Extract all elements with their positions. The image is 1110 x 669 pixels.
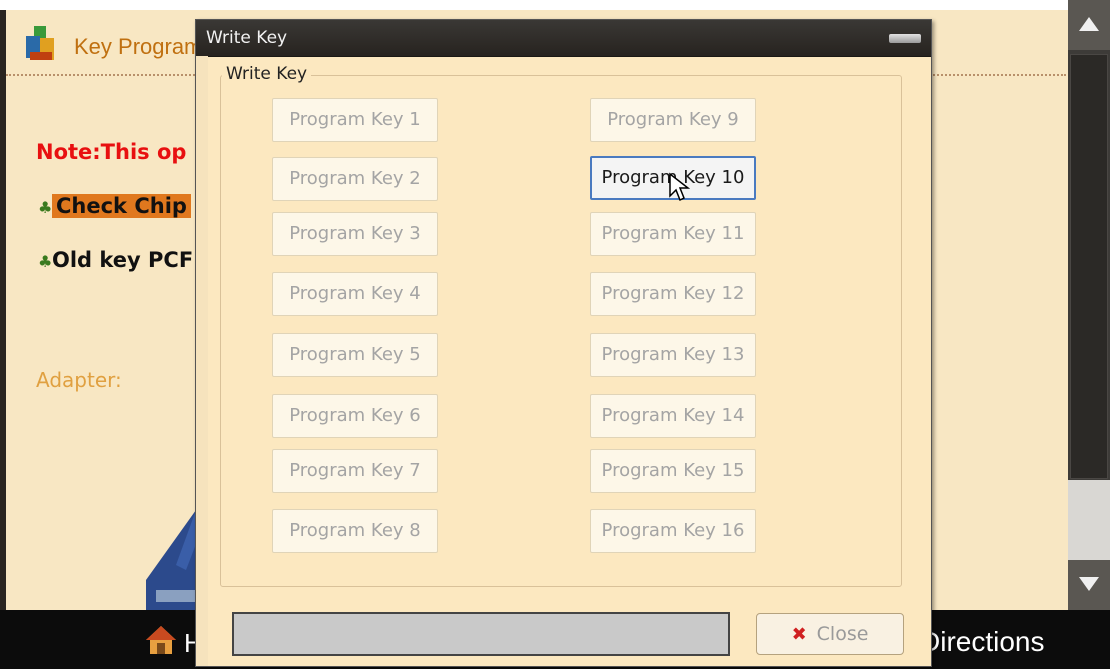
program-key-3-button[interactable]: Program Key 3 — [272, 212, 438, 256]
program-key-4-button[interactable]: Program Key 4 — [272, 272, 438, 316]
adapter-label: Adapter: — [36, 368, 122, 392]
program-key-13-button[interactable]: Program Key 13 — [590, 333, 756, 377]
program-key-15-button[interactable]: Program Key 15 — [590, 449, 756, 493]
scroll-up-button[interactable] — [1068, 0, 1110, 50]
dialog-left-edge — [196, 56, 208, 666]
vertical-scrollbar[interactable] — [1068, 0, 1110, 612]
scroll-thumb[interactable] — [1070, 54, 1108, 479]
program-key-16-button[interactable]: Program Key 16 — [590, 509, 756, 553]
program-key-11-button[interactable]: Program Key 11 — [590, 212, 756, 256]
write-key-dialog: Write Key Write Key Program Key 1 Progra… — [195, 19, 932, 667]
mouse-cursor-icon — [669, 172, 690, 202]
program-key-8-button[interactable]: Program Key 8 — [272, 509, 438, 553]
old-key-label: Old key PCF — [52, 248, 194, 272]
top-strip — [0, 0, 1068, 10]
scroll-track[interactable] — [1068, 480, 1110, 560]
dialog-title: Write Key — [206, 28, 288, 48]
check-chip-label: Check Chip — [52, 194, 191, 218]
check-chip-option[interactable]: ♣ Check Chip — [38, 194, 191, 218]
home-icon[interactable] — [144, 624, 178, 656]
program-key-7-button[interactable]: Program Key 7 — [272, 449, 438, 493]
app-title: Key Program — [74, 34, 203, 59]
key-bullet-icon: ♣ — [38, 252, 53, 271]
note-text: Note:This op — [36, 140, 187, 164]
program-key-2-button[interactable]: Program Key 2 — [272, 157, 438, 201]
close-icon: ✖ — [791, 624, 807, 645]
directions-button[interactable]: Directions — [920, 626, 1044, 658]
program-key-14-button[interactable]: Program Key 14 — [590, 394, 756, 438]
program-key-1-button[interactable]: Program Key 1 — [272, 98, 438, 142]
key-bullet-icon: ♣ — [38, 198, 53, 217]
program-key-6-button[interactable]: Program Key 6 — [272, 394, 438, 438]
progress-bar — [232, 612, 730, 656]
minimize-button[interactable] — [889, 34, 921, 43]
arrow-down-icon — [1079, 577, 1099, 591]
arrow-up-icon — [1079, 17, 1099, 31]
key-program-logo-icon — [26, 26, 54, 60]
program-key-12-button[interactable]: Program Key 12 — [590, 272, 756, 316]
left-frame — [0, 10, 6, 610]
program-key-9-button[interactable]: Program Key 9 — [590, 98, 756, 142]
scroll-down-button[interactable] — [1068, 560, 1110, 610]
group-label: Write Key — [222, 64, 312, 84]
dialog-titlebar[interactable]: Write Key — [196, 20, 931, 57]
program-key-5-button[interactable]: Program Key 5 — [272, 333, 438, 377]
close-button[interactable]: ✖ Close — [756, 613, 904, 655]
close-button-label: Close — [816, 623, 869, 645]
old-key-option[interactable]: ♣Old key PCF — [38, 248, 193, 272]
